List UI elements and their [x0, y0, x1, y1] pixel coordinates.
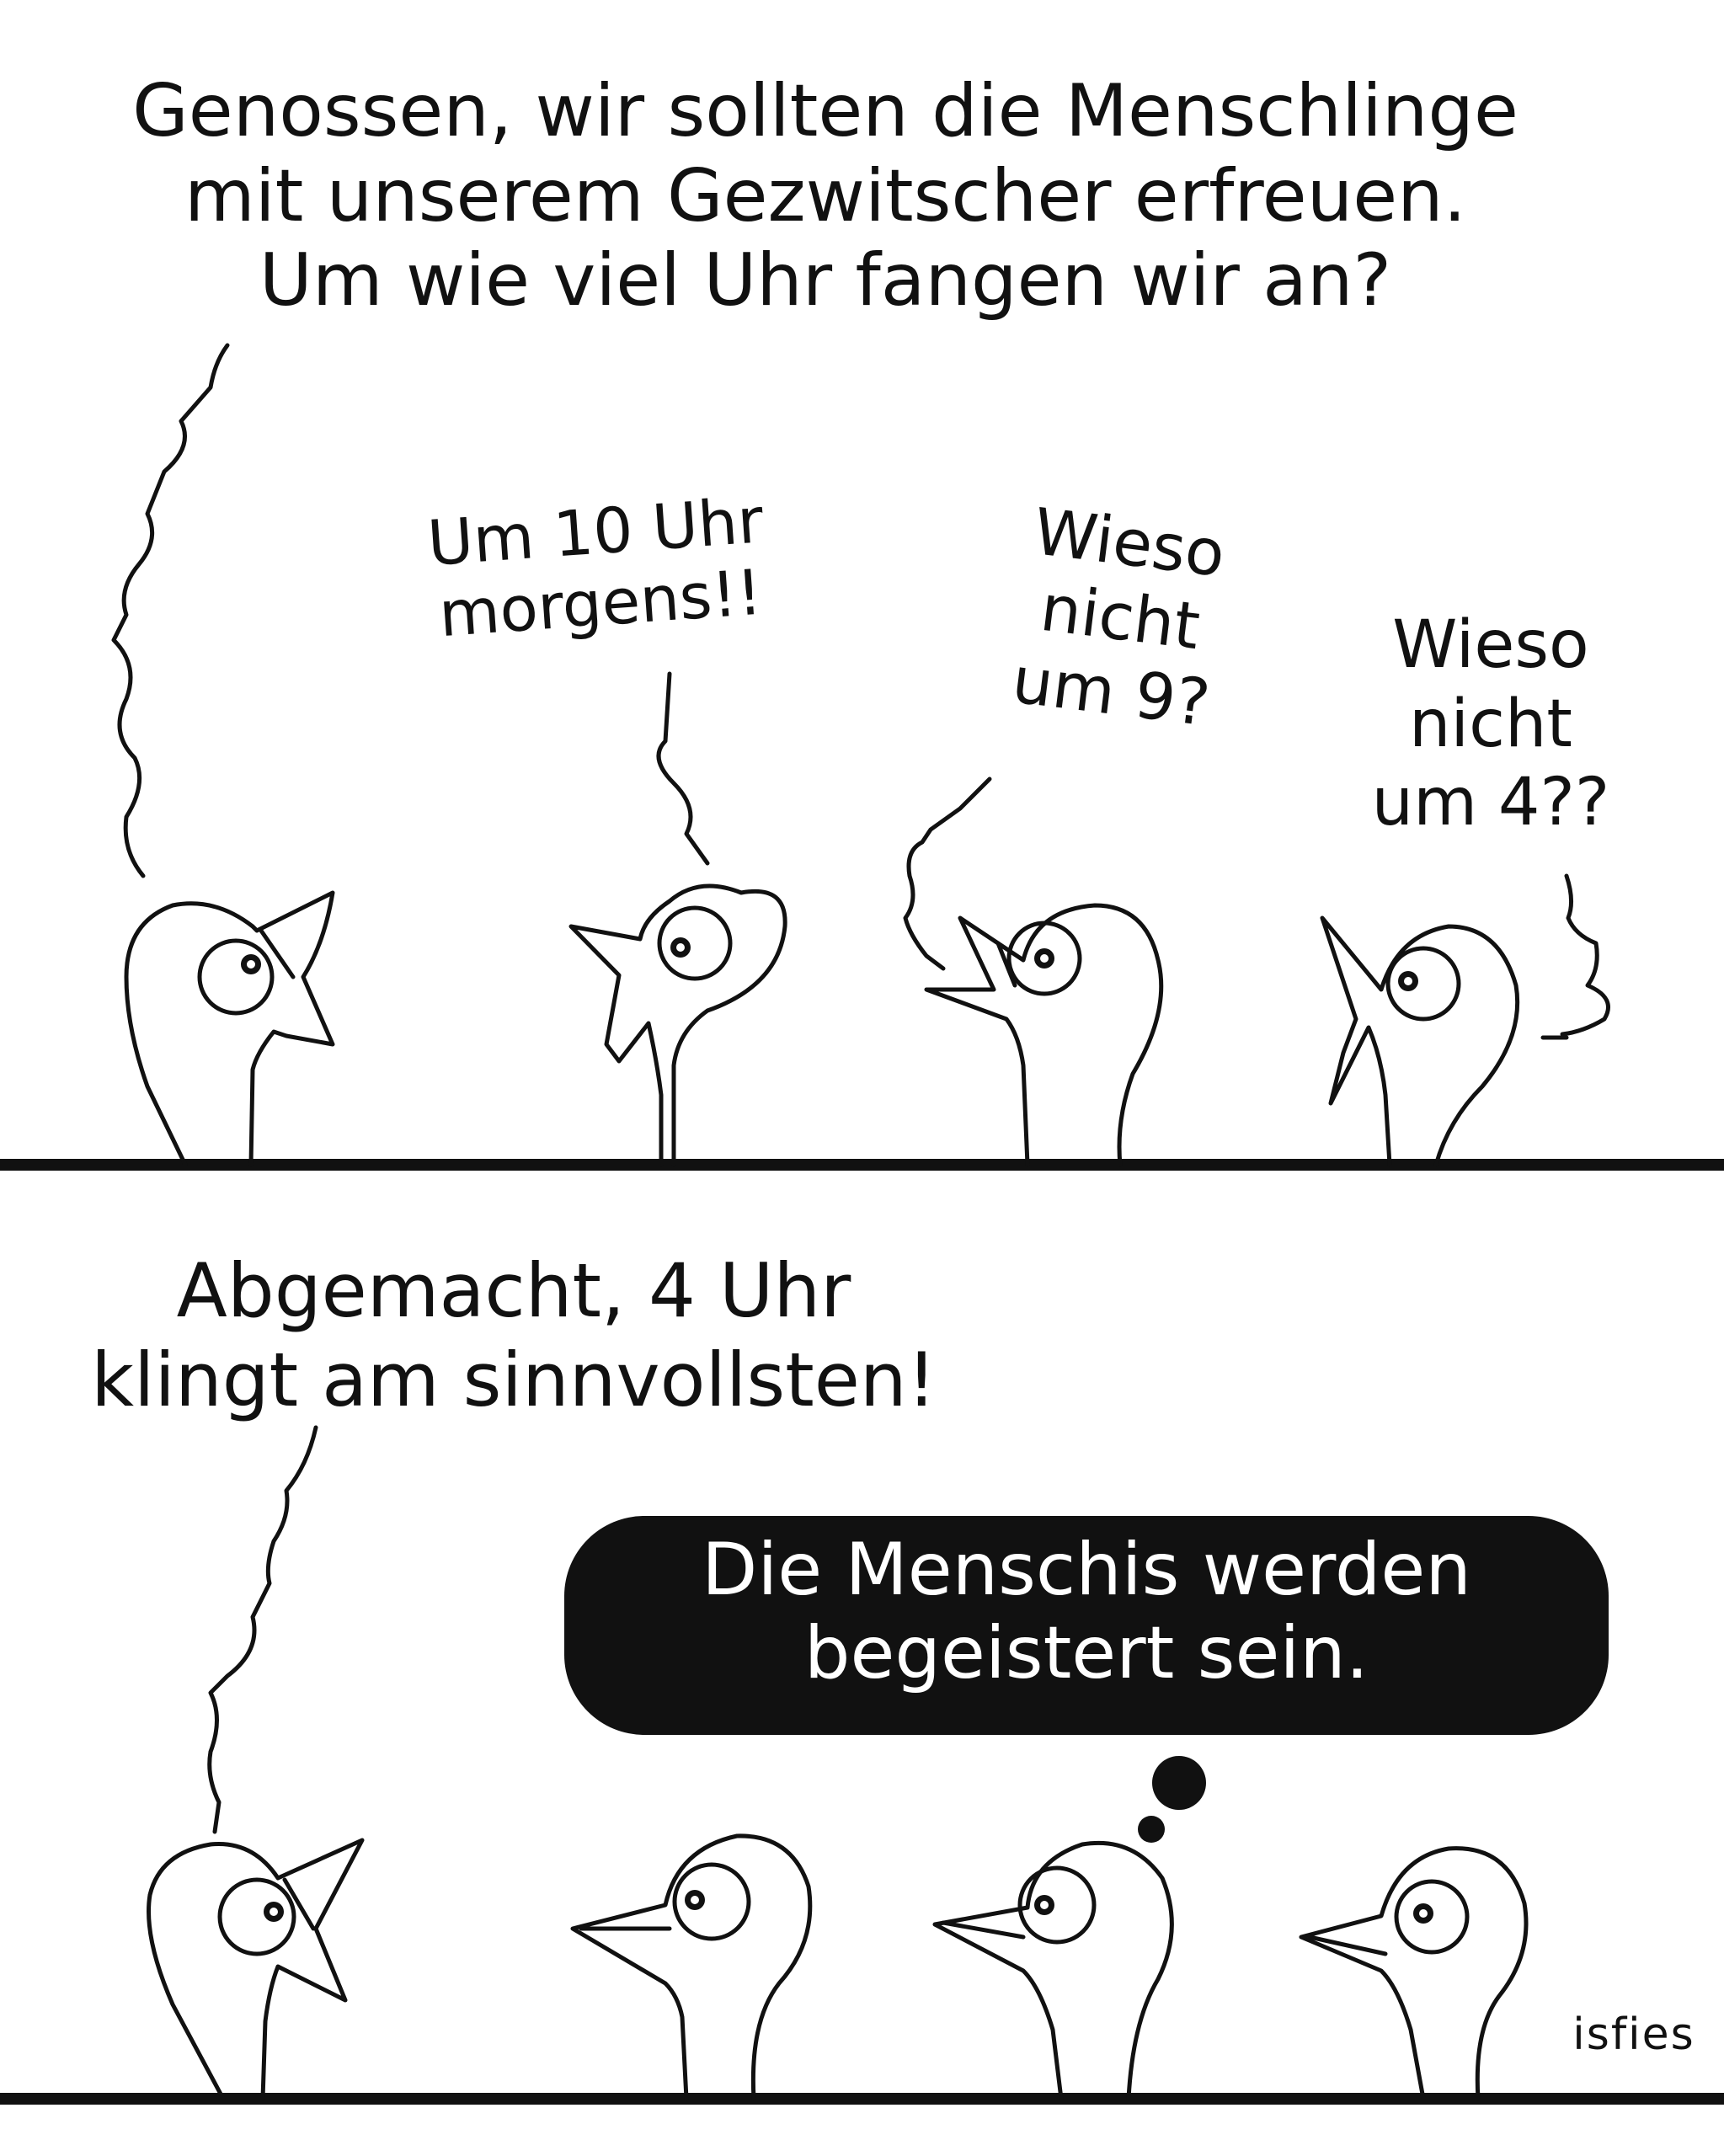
speech-line: nicht: [1408, 686, 1572, 762]
bird-2-bottom: [570, 1833, 813, 2101]
speech-line: Genossen, wir sollten die Menschlinge: [132, 69, 1519, 153]
speech-line: mit unserem Gezwitscher erfreuen.: [184, 153, 1466, 238]
speech-tail-3: [903, 776, 992, 971]
speech-top-leader: Genossen, wir sollten die Menschlinge mi…: [51, 69, 1600, 323]
bird-1-bottom: [147, 1838, 365, 2101]
speech-tail-1: [111, 343, 230, 878]
speech-bottom-leader: Abgemacht, 4 Uhr klingt am sinnvollsten!: [34, 1246, 994, 1424]
speech-top-bird-3: Wieso nicht um 9?: [939, 486, 1301, 750]
speech-line: Abgemacht, 4 Uhr: [176, 1247, 851, 1334]
speech-tail-2: [656, 671, 710, 866]
speech-tail-5: [207, 1425, 318, 1834]
bird-2-top: [568, 883, 787, 1167]
artist-signature: isfies: [1572, 2009, 1695, 2060]
speech-top-bird-4: Wieso nicht um 4??: [1331, 606, 1651, 843]
bird-4-bottom: [1299, 1846, 1529, 2101]
speech-tail-4: [1540, 873, 1610, 1040]
bird-4-top: [1320, 915, 1520, 1167]
speech-line: Um wie viel Uhr fangen wir an?: [259, 238, 1392, 323]
thought-dot-large: [1152, 1756, 1206, 1810]
bird-3-bottom: [932, 1840, 1174, 2101]
thought-dot-small: [1138, 1816, 1165, 1843]
thought-line: Die Menschis werden: [702, 1528, 1471, 1612]
comic-artwork: [0, 343, 1724, 2105]
thought-line: begeistert sein.: [803, 1610, 1369, 1695]
speech-line: klingt am sinnvollsten!: [91, 1336, 937, 1423]
bird-1-top: [124, 890, 335, 1167]
bird-3-top: [924, 903, 1164, 1167]
speech-line: um 4??: [1371, 765, 1610, 841]
speech-line: Wieso: [1392, 607, 1589, 683]
thought-bubble-text: Die Menschis werden begeistert sein.: [566, 1529, 1607, 1695]
